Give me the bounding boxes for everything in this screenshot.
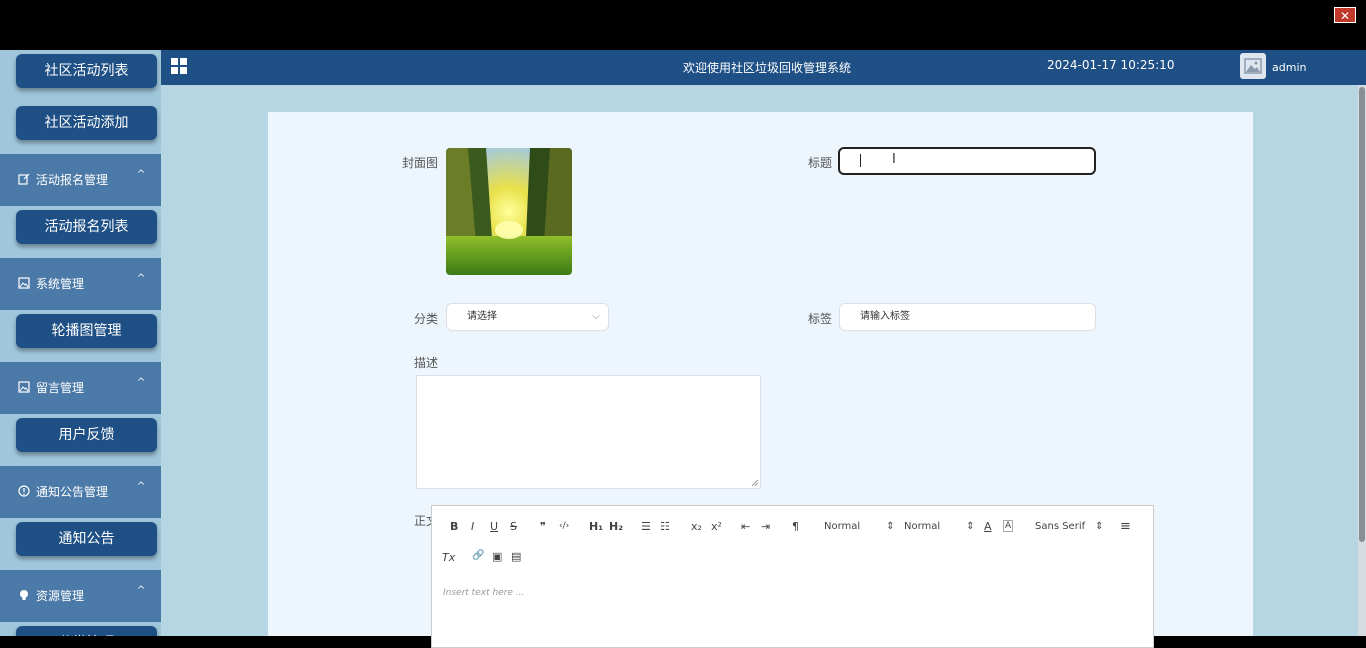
category-label: 分类 [414, 312, 439, 326]
text-direction-icon[interactable]: ¶ [792, 520, 799, 533]
sidebar-group-label: 资源管理 [36, 589, 85, 603]
sidebar-group-label: 系统管理 [36, 277, 85, 291]
sidebar-group[interactable]: 系统管理 ^ [0, 258, 161, 310]
indent-icon[interactable]: ⇥ [761, 520, 770, 533]
bullet-list-icon[interactable]: ☷ [660, 520, 670, 533]
cover-image[interactable] [446, 148, 572, 275]
h1-button[interactable]: H₁ [589, 520, 603, 533]
close-icon[interactable]: ✕ [1334, 7, 1356, 23]
size-picker-value: Normal [824, 521, 861, 532]
sidebar-subitem[interactable]: 通知公告 [16, 522, 157, 556]
tag-placeholder: 请输入标签 [860, 311, 910, 322]
chevron-up-icon: ^ [137, 481, 146, 492]
align-icon[interactable]: ≡ [1120, 519, 1131, 534]
subscript-button[interactable]: x₂ [691, 520, 702, 533]
editor-placeholder: Insert text here ... [443, 588, 525, 598]
grid-menu-icon[interactable] [171, 58, 187, 74]
underline-button[interactable]: U [490, 520, 498, 533]
top-header: 欢迎使用社区垃圾回收管理系统 2024-01-17 10:25:10 admin [161, 50, 1366, 85]
sidebar-subitem-wrap: 分类管理 [0, 622, 161, 636]
sidebar-subitem-wrap: 社区活动列表 [0, 50, 161, 102]
sidebar-subitem[interactable]: 社区活动添加 [16, 106, 157, 140]
chevron-up-icon: ^ [137, 585, 146, 596]
sidebar-subitem[interactable]: 分类管理 [16, 626, 157, 636]
background-color-button[interactable]: A [1003, 520, 1014, 532]
chevron-down-icon: ⌵ [592, 311, 600, 322]
cover-label: 封面图 [402, 156, 439, 170]
sidebar-subitem[interactable]: 活动报名列表 [16, 210, 157, 244]
title-label: 标题 [808, 156, 833, 170]
chevron-up-icon: ^ [137, 169, 146, 180]
sidebar-subitem-wrap: 轮播图管理 [0, 310, 161, 362]
main-area: 欢迎使用社区垃圾回收管理系统 2024-01-17 10:25:10 admin… [161, 50, 1366, 648]
superscript-button[interactable]: x² [711, 520, 722, 533]
size-picker[interactable]: Normal ⇕ [824, 521, 895, 532]
resize-handle-icon[interactable] [751, 479, 759, 487]
text-color-button[interactable]: A [984, 520, 992, 533]
category-placeholder: 请选择 [467, 311, 497, 322]
sidebar: 社区活动列表 社区活动添加活动报名管理 ^ 活动报名列表系统管理 ^ 轮播图管理留言管理 ^… [0, 50, 161, 636]
tag-input[interactable]: 请输入标签 [839, 303, 1096, 331]
sidebar-subitem[interactable]: 社区活动列表 [16, 54, 157, 88]
editor-body[interactable]: Insert text here ... [431, 578, 1154, 648]
description-textarea[interactable] [416, 375, 761, 489]
sidebar-group[interactable]: 通知公告管理 ^ [0, 466, 161, 518]
sidebar-group-label: 活动报名管理 [36, 173, 109, 187]
window-titlebar: ✕ [0, 0, 1366, 50]
datetime-display: 2024-01-17 10:25:10 [1047, 58, 1175, 72]
form-card: 封面图 标题 I 分类 请选择 ⌵ 标签 请输入标签 描述 正文 B I U S… [268, 112, 1253, 648]
sidebar-group[interactable]: 资源管理 ^ [0, 570, 161, 622]
h2-button[interactable]: H₂ [609, 520, 623, 533]
ibeam-cursor-icon: I [892, 152, 896, 167]
sidebar-subitem-wrap: 通知公告 [0, 518, 161, 570]
code-button[interactable]: ‹/› [559, 521, 569, 531]
sidebar-subitem-wrap: 活动报名列表 [0, 206, 161, 258]
strike-button[interactable]: S [510, 520, 517, 533]
video-icon[interactable]: ▤ [511, 550, 521, 563]
category-select[interactable]: 请选择 ⌵ [446, 303, 609, 331]
scrollbar-thumb[interactable] [1359, 87, 1365, 542]
image-placeholder-icon [1244, 58, 1262, 74]
header-picker-value: Normal [904, 521, 941, 532]
picture-icon [18, 277, 30, 289]
header-picker[interactable]: Normal ⇕ [904, 521, 975, 532]
ordered-list-icon[interactable]: ☰ [641, 520, 651, 533]
avatar[interactable] [1240, 53, 1266, 79]
title-input[interactable] [838, 147, 1096, 175]
updown-icon: ⇕ [966, 521, 975, 532]
tag-label: 标签 [808, 312, 833, 326]
edit-square-icon [18, 173, 30, 185]
chevron-up-icon: ^ [137, 273, 146, 284]
outdent-icon[interactable]: ⇤ [741, 520, 750, 533]
font-picker[interactable]: Sans Serif ⇕ [1035, 521, 1104, 532]
sidebar-subitem-wrap: 用户反馈 [0, 414, 161, 466]
text-caret [860, 154, 861, 167]
sidebar-group-label: 留言管理 [36, 381, 85, 395]
sidebar-subitem-wrap: 社区活动添加 [0, 102, 161, 154]
picture-icon [18, 381, 30, 393]
desc-label: 描述 [414, 356, 439, 370]
sidebar-group[interactable]: 留言管理 ^ [0, 362, 161, 414]
page-title: 欢迎使用社区垃圾回收管理系统 [683, 61, 852, 75]
sidebar-subitem[interactable]: 用户反馈 [16, 418, 157, 452]
chevron-up-icon: ^ [137, 377, 146, 388]
blockquote-button[interactable]: ❞ [540, 520, 546, 533]
bulb-icon [18, 589, 30, 601]
italic-button[interactable]: I [471, 520, 474, 533]
username-label[interactable]: admin [1272, 61, 1306, 74]
font-picker-value: Sans Serif [1035, 521, 1086, 532]
image-icon[interactable]: ▣ [492, 550, 502, 563]
editor-toolbar: B I U S ❞ ‹/› H₁ H₂ ☰ ☷ x₂ x² ⇤ ⇥ ¶ Norm… [431, 505, 1154, 579]
clear-format-icon[interactable]: Tx [442, 551, 455, 564]
info-circle-icon [18, 485, 30, 497]
link-icon[interactable]: 🔗 [472, 550, 484, 561]
updown-icon: ⇕ [1095, 521, 1104, 532]
bold-button[interactable]: B [450, 520, 458, 533]
sidebar-group-label: 通知公告管理 [36, 485, 109, 499]
sidebar-subitem[interactable]: 轮播图管理 [16, 314, 157, 348]
vertical-scrollbar[interactable] [1358, 85, 1366, 636]
updown-icon: ⇕ [886, 521, 895, 532]
sidebar-group[interactable]: 活动报名管理 ^ [0, 154, 161, 206]
